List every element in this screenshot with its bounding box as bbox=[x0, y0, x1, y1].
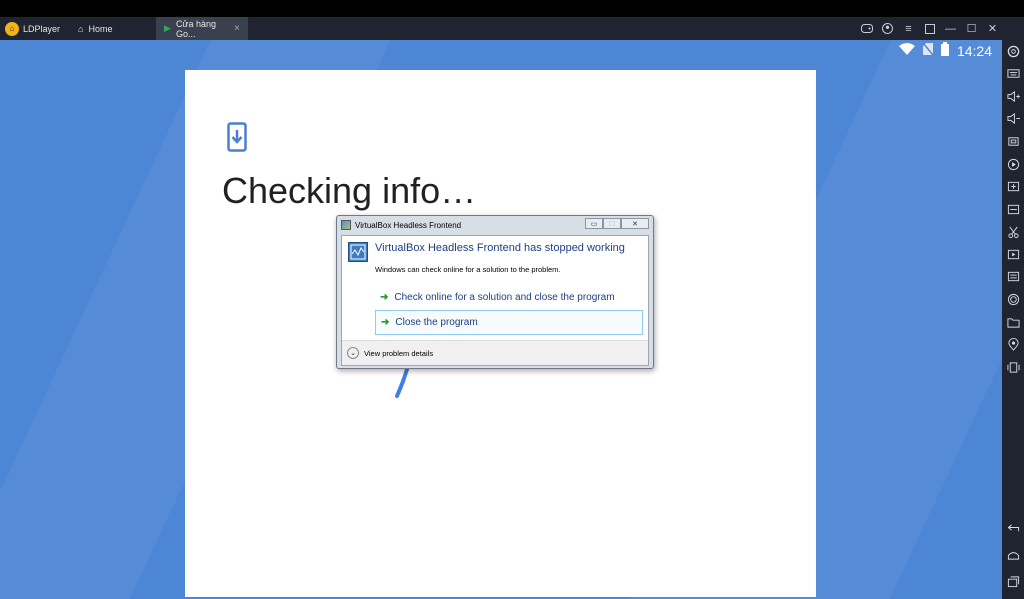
battery-icon bbox=[940, 42, 949, 59]
maximize-icon[interactable]: ☐ bbox=[961, 17, 982, 40]
window-controls: ≡ — ☐ ✕ « bbox=[856, 17, 1024, 40]
gamepad-icon[interactable] bbox=[856, 17, 877, 40]
screenshot-icon[interactable] bbox=[1005, 133, 1021, 149]
rotate-icon[interactable] bbox=[1005, 291, 1021, 307]
play-store-icon: ▶ bbox=[164, 23, 171, 33]
wifi-icon bbox=[898, 42, 915, 59]
tab-close-icon[interactable]: × bbox=[234, 23, 240, 34]
green-arrow-icon: ➜ bbox=[380, 292, 389, 303]
error-dialog: VirtualBox Headless Frontend ▭ ☐ ✕ Virtu… bbox=[336, 215, 654, 369]
dialog-message: Windows can check online for a solution … bbox=[375, 265, 561, 274]
no-sim-icon bbox=[922, 42, 934, 58]
dialog-window-buttons: ▭ ☐ ✕ bbox=[585, 218, 649, 229]
back-icon[interactable] bbox=[1005, 519, 1021, 535]
top-black-strip bbox=[0, 0, 1024, 17]
android-statusbar: 14:24 bbox=[898, 42, 992, 59]
program-icon bbox=[348, 242, 368, 262]
folder-icon[interactable] bbox=[1005, 314, 1021, 330]
close-program-label: Close the program bbox=[395, 317, 478, 328]
page-title: Checking info… bbox=[222, 170, 477, 211]
close-program-option[interactable]: ➜ Close the program bbox=[375, 310, 643, 335]
ldplayer-logo-icon: ⌂ bbox=[5, 21, 19, 36]
virtualbox-icon bbox=[341, 220, 351, 230]
android-home-icon[interactable] bbox=[1005, 546, 1021, 562]
video-icon[interactable] bbox=[1005, 246, 1021, 262]
tab-play-store-label: Cửa hàng Go... bbox=[175, 18, 216, 39]
close-icon[interactable]: ✕ bbox=[982, 17, 1003, 40]
view-details-label: View problem details bbox=[364, 348, 434, 358]
check-online-label: Check online for a solution and close th… bbox=[394, 292, 615, 303]
check-online-option[interactable]: ➜ Check online for a solution and close … bbox=[375, 285, 643, 310]
menu-icon[interactable]: ≡ bbox=[898, 17, 919, 40]
app-logo[interactable]: ⌂ LDPlayer bbox=[0, 17, 70, 40]
dialog-body: VirtualBox Headless Frontend has stopped… bbox=[341, 235, 649, 366]
dialog-maximize-button: ☐ bbox=[603, 218, 621, 229]
sync-icon[interactable] bbox=[1005, 268, 1021, 284]
dialog-close-button[interactable]: ✕ bbox=[621, 218, 649, 229]
resolution-icon[interactable] bbox=[1005, 201, 1021, 217]
tab-home[interactable]: ⌂ Home bbox=[70, 17, 156, 40]
tab-play-store[interactable]: ▶ Cửa hàng Go... × bbox=[156, 17, 249, 40]
tab-home-label: Home bbox=[88, 23, 113, 34]
green-arrow-icon: ➜ bbox=[381, 317, 390, 328]
location-icon[interactable] bbox=[1005, 336, 1021, 352]
view-details-toggle[interactable]: ⌄ View problem details bbox=[342, 340, 648, 365]
volume-up-icon[interactable] bbox=[1005, 88, 1021, 104]
app-name: LDPlayer bbox=[23, 23, 61, 34]
add-apk-icon[interactable] bbox=[1005, 178, 1021, 194]
record-icon[interactable] bbox=[1005, 156, 1021, 172]
dialog-minimize-button[interactable]: ▭ bbox=[585, 218, 603, 229]
titlebar: ⌂ LDPlayer ⌂ Home ▶ Cửa hàng Go... × ≡ —… bbox=[0, 17, 1024, 40]
fullscreen-icon[interactable] bbox=[919, 17, 940, 40]
phone-download-icon bbox=[227, 122, 247, 152]
dialog-heading: VirtualBox Headless Frontend has stopped… bbox=[375, 242, 625, 254]
status-time: 14:24 bbox=[956, 42, 992, 59]
ldplayer-sidebar bbox=[1002, 17, 1024, 599]
keyboard-icon[interactable] bbox=[1005, 65, 1021, 81]
account-icon[interactable] bbox=[877, 17, 898, 40]
home-icon: ⌂ bbox=[78, 23, 84, 34]
settings-icon[interactable] bbox=[1005, 43, 1021, 59]
chevron-down-icon: ⌄ bbox=[347, 347, 359, 359]
shake-icon[interactable] bbox=[1005, 359, 1021, 375]
volume-down-icon[interactable] bbox=[1005, 110, 1021, 126]
dialog-title: VirtualBox Headless Frontend bbox=[355, 220, 462, 230]
recent-apps-icon[interactable] bbox=[1005, 573, 1021, 589]
minimize-icon[interactable]: — bbox=[940, 17, 961, 40]
scissors-icon[interactable] bbox=[1005, 224, 1021, 240]
